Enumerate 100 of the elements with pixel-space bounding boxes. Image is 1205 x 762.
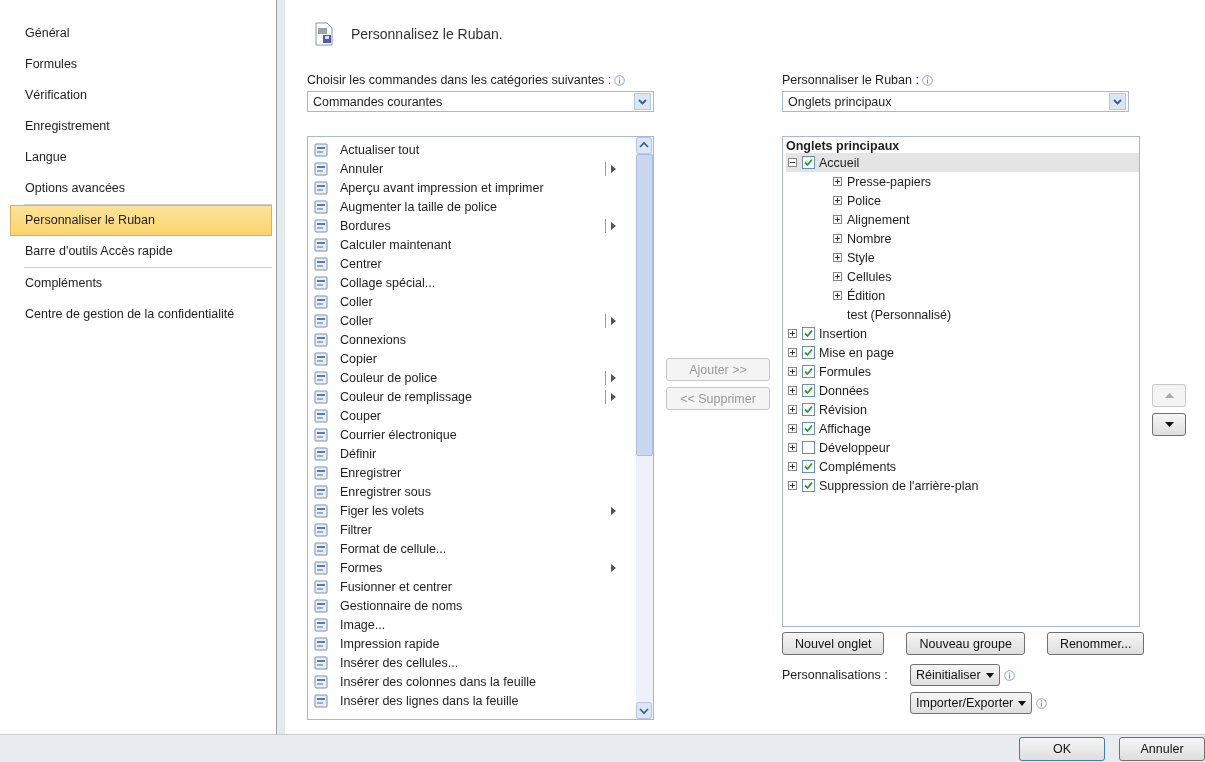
move-down-button[interactable] <box>1152 413 1186 436</box>
command-item[interactable]: Collage spécial... <box>314 273 636 292</box>
command-item[interactable]: Aperçu avant impression et imprimer <box>314 178 636 197</box>
command-item[interactable]: Annuler <box>314 159 636 178</box>
checkbox[interactable] <box>802 422 815 435</box>
command-item[interactable]: Image... <box>314 615 636 634</box>
checkbox[interactable] <box>802 460 815 473</box>
command-item[interactable]: Gestionnaire de noms <box>314 596 636 615</box>
cancel-button[interactable]: Annuler <box>1119 737 1205 761</box>
sidebar-item[interactable]: Barre d'outils Accès rapide <box>10 236 272 267</box>
command-item[interactable]: Actualiser tout <box>314 140 636 159</box>
expand-icon[interactable] <box>788 462 797 471</box>
menu-button[interactable]: Réinitialiser <box>910 664 1000 686</box>
command-item[interactable]: Coller <box>314 311 636 330</box>
tree-group-item[interactable]: Alignement <box>786 210 1139 229</box>
tree-group-item[interactable]: Nombre <box>786 229 1139 248</box>
command-icon <box>314 427 328 442</box>
checkbox[interactable] <box>802 346 815 359</box>
command-item[interactable]: Couleur de remplissage <box>314 387 636 406</box>
sidebar-item[interactable]: Général <box>10 18 272 49</box>
sidebar-item[interactable]: Enregistrement <box>10 111 272 142</box>
checkbox[interactable] <box>802 327 815 340</box>
tree-group-item[interactable]: Cellules <box>786 267 1139 286</box>
tree-tab-item[interactable]: Accueil <box>786 153 1139 172</box>
scroll-down-icon[interactable] <box>636 702 652 719</box>
category-dropdown[interactable]: Commandes courantes <box>307 91 654 112</box>
tabs-dropdown[interactable]: Onglets principaux <box>782 91 1129 112</box>
checkbox[interactable] <box>802 384 815 397</box>
expand-icon[interactable] <box>788 367 797 376</box>
command-item[interactable]: Enregistrer sous <box>314 482 636 501</box>
menu-button[interactable]: Importer/Exporter <box>910 692 1033 714</box>
command-item[interactable]: Enregistrer <box>314 463 636 482</box>
action-button[interactable]: Nouvel onglet <box>782 632 885 655</box>
command-item[interactable]: Filtrer <box>314 520 636 539</box>
command-item[interactable]: Figer les volets <box>314 501 636 520</box>
command-item[interactable]: Connexions <box>314 330 636 349</box>
ok-button[interactable]: OK <box>1019 737 1105 761</box>
expand-icon[interactable] <box>788 405 797 414</box>
tree-group-item[interactable]: test (Personnalisé) <box>786 305 1139 324</box>
command-item[interactable]: Insérer des colonnes dans la feuille <box>314 672 636 691</box>
command-item[interactable]: Calculer maintenant <box>314 235 636 254</box>
command-item[interactable]: Format de cellule... <box>314 539 636 558</box>
command-item[interactable]: Centrer <box>314 254 636 273</box>
collapse-icon[interactable] <box>788 158 797 167</box>
command-item[interactable]: Coller <box>314 292 636 311</box>
expand-icon[interactable] <box>788 443 797 452</box>
expand-icon[interactable] <box>833 291 842 300</box>
tree-tab-item[interactable]: Révision <box>786 400 1139 419</box>
expand-icon[interactable] <box>788 481 797 490</box>
expand-icon[interactable] <box>833 272 842 281</box>
tree-tab-item[interactable]: Formules <box>786 362 1139 381</box>
scroll-thumb[interactable] <box>636 154 653 456</box>
scrollbar[interactable] <box>636 137 653 719</box>
tree-tab-item[interactable]: Compléments <box>786 457 1139 476</box>
command-item[interactable]: Copier <box>314 349 636 368</box>
command-item[interactable]: Impression rapide <box>314 634 636 653</box>
command-item[interactable]: Définir <box>314 444 636 463</box>
sidebar-item[interactable]: Vérification <box>10 80 272 111</box>
command-item[interactable]: Insérer des cellules... <box>314 653 636 672</box>
expand-icon[interactable] <box>833 196 842 205</box>
tree-tab-item[interactable]: Insertion <box>786 324 1139 343</box>
tree-group-item[interactable]: Presse-papiers <box>786 172 1139 191</box>
command-item[interactable]: Insérer des lignes dans la feuille <box>314 691 636 710</box>
sidebar-item[interactable]: Personnaliser le Ruban <box>10 205 272 236</box>
sidebar-item[interactable]: Formules <box>10 49 272 80</box>
checkbox[interactable] <box>802 441 815 454</box>
tree-tab-item[interactable]: Suppression de l'arrière-plan <box>786 476 1139 495</box>
tree-tab-item[interactable]: Développeur <box>786 438 1139 457</box>
expand-icon[interactable] <box>788 329 797 338</box>
sidebar-item[interactable]: Compléments <box>10 268 272 299</box>
command-item[interactable]: Couleur de police <box>314 368 636 387</box>
tree-tab-item[interactable]: Mise en page <box>786 343 1139 362</box>
expand-icon[interactable] <box>833 215 842 224</box>
action-button[interactable]: Renommer... <box>1046 632 1145 655</box>
tree-group-item[interactable]: Police <box>786 191 1139 210</box>
action-button[interactable]: Nouveau groupe <box>906 632 1025 655</box>
command-item[interactable]: Bordures <box>314 216 636 235</box>
scroll-up-icon[interactable] <box>636 137 652 154</box>
expand-icon[interactable] <box>833 253 842 262</box>
checkbox[interactable] <box>802 365 815 378</box>
command-item[interactable]: Courrier électronique <box>314 425 636 444</box>
tree-tab-item[interactable]: Données <box>786 381 1139 400</box>
command-item[interactable]: Augmenter la taille de police <box>314 197 636 216</box>
sidebar-item[interactable]: Centre de gestion de la confidentialité <box>10 299 272 330</box>
command-item[interactable]: Fusionner et centrer <box>314 577 636 596</box>
expand-icon[interactable] <box>833 234 842 243</box>
expand-icon[interactable] <box>833 177 842 186</box>
tree-tab-item[interactable]: Affichage <box>786 419 1139 438</box>
expand-icon[interactable] <box>788 424 797 433</box>
command-item[interactable]: Couper <box>314 406 636 425</box>
checkbox[interactable] <box>802 479 815 492</box>
sidebar-item[interactable]: Langue <box>10 142 272 173</box>
command-item[interactable]: Formes <box>314 558 636 577</box>
tree-group-item[interactable]: Édition <box>786 286 1139 305</box>
sidebar-item[interactable]: Options avancées <box>10 173 272 204</box>
expand-icon[interactable] <box>788 348 797 357</box>
checkbox[interactable] <box>802 156 815 169</box>
checkbox[interactable] <box>802 403 815 416</box>
expand-icon[interactable] <box>788 386 797 395</box>
tree-group-item[interactable]: Style <box>786 248 1139 267</box>
